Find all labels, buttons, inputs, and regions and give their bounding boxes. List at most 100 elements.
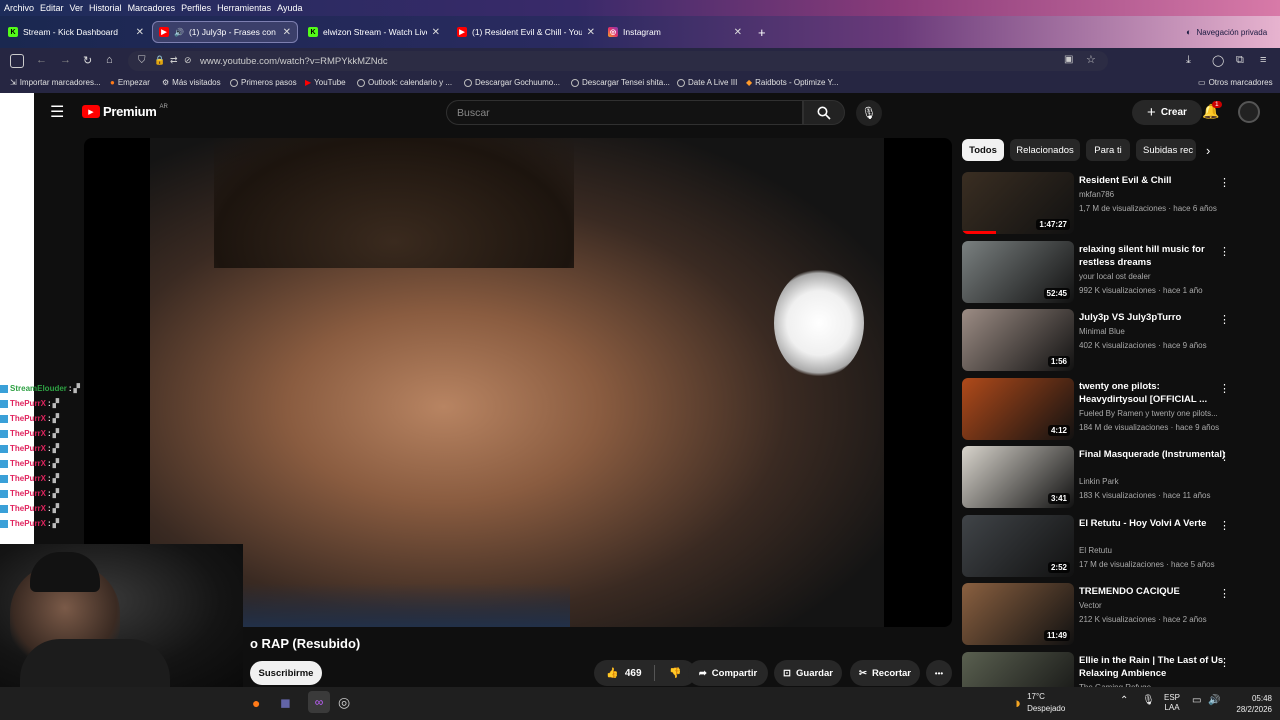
recommendation-item[interactable]: 1:56 July3p VS July3pTurro Minimal Blue … <box>962 309 1252 373</box>
tab-kick-dashboard[interactable]: K Stream - Kick Dashboard ✕ <box>2 21 150 43</box>
firefox-taskbar-icon[interactable]: ● <box>252 695 260 711</box>
chip-relacionados[interactable]: Relacionados <box>1010 139 1080 161</box>
more-vert-icon[interactable]: ⋮ <box>1219 519 1230 532</box>
speaker-icon[interactable]: 🔊 <box>174 28 184 37</box>
video-title[interactable]: relaxing silent hill music for restless … <box>1079 243 1229 270</box>
close-icon[interactable]: ✕ <box>587 27 595 38</box>
recommendation-item[interactable]: 3:41 Final Masquerade (Instrumental) Lin… <box>962 446 1252 510</box>
bookmark-mas-visitados[interactable]: ⚙ Más visitados <box>162 78 221 87</box>
recommendation-item[interactable]: 4:12 twenty one pilots: Heavydirtysoul [… <box>962 377 1252 442</box>
search-input[interactable]: Buscar <box>446 100 803 125</box>
tab-july3p[interactable]: ▶ 🔊 (1) July3p - Frases con sent ✕ <box>152 21 298 43</box>
recommendation-item[interactable]: 1:47:27 Resident Evil & Chill mkfan786 1… <box>962 172 1252 236</box>
teams-icon[interactable]: ◼ <box>280 695 291 711</box>
voice-search-button[interactable]: 🎙 <box>856 100 882 126</box>
video-thumbnail[interactable]: 3:41 <box>962 446 1074 508</box>
save-button[interactable]: ⊡ Guardar <box>774 660 842 686</box>
bookmark-gochuumo[interactable]: Descargar Gochuumo... <box>464 78 560 87</box>
hamburger-menu-icon[interactable]: ☰ <box>50 102 64 122</box>
channel-name[interactable]: El Retutu <box>1079 546 1239 555</box>
more-vert-icon[interactable]: ⋮ <box>1219 656 1230 669</box>
close-icon[interactable]: ✕ <box>734 27 742 38</box>
close-icon[interactable]: ✕ <box>432 27 440 38</box>
video-title[interactable]: July3p VS July3pTurro <box>1079 311 1229 325</box>
chat-username[interactable]: ThePurrX <box>10 489 46 498</box>
video-title[interactable]: Ellie in the Rain | The Last of Us Relax… <box>1079 654 1229 681</box>
app-taskbar-icon[interactable]: ∞ <box>308 691 330 713</box>
youtube-premium-logo[interactable]: ▶ Premium AR <box>82 104 168 119</box>
recommendation-item[interactable]: 52:45 relaxing silent hill music for res… <box>962 240 1252 305</box>
recommendation-item[interactable]: 2:52 El Retutu - Hoy Volvi A Verte El Re… <box>962 514 1252 579</box>
chat-username[interactable]: ThePurrX <box>10 414 46 423</box>
bookmark-date-a-live[interactable]: Date A Live III <box>677 78 737 87</box>
video-title[interactable]: El Retutu - Hoy Volvi A Verte <box>1079 517 1229 531</box>
extensions-icon[interactable]: ⧉ <box>1236 54 1244 67</box>
chip-todos[interactable]: Todos <box>962 139 1004 161</box>
video-title[interactable]: twenty one pilots: Heavydirtysoul [OFFIC… <box>1079 380 1229 407</box>
bookmark-raidbots[interactable]: ◆ Raidbots - Optimize Y... <box>746 78 838 87</box>
channel-name[interactable]: Linkin Park <box>1079 477 1239 486</box>
tracking-icon[interactable]: ⊘ <box>184 55 192 66</box>
menu-ayuda[interactable]: Ayuda <box>277 3 302 13</box>
video-thumbnail[interactable]: 52:45 <box>962 240 1074 303</box>
channel-name[interactable]: mkfan786 <box>1079 190 1239 199</box>
chat-username[interactable]: ThePurrX <box>10 429 46 438</box>
microphone-tray-icon[interactable]: 🎙 <box>1142 695 1155 706</box>
chip-subidas[interactable]: Subidas rec <box>1136 139 1196 161</box>
bookmark-otros[interactable]: ▭ Otros marcadores <box>1198 78 1273 87</box>
account-icon[interactable]: ◯ <box>1212 54 1224 67</box>
channel-name[interactable]: Vector <box>1079 601 1239 610</box>
chat-username[interactable]: ThePurrX <box>10 519 46 528</box>
translate-icon[interactable]: ▣ <box>1064 54 1073 65</box>
lock-icon[interactable]: 🔒 <box>154 55 165 66</box>
video-thumbnail[interactable]: 4:12 <box>962 377 1074 440</box>
chat-username[interactable]: ThePurrX <box>10 444 46 453</box>
menu-archivo[interactable]: Archivo <box>4 3 34 13</box>
chevron-right-icon[interactable]: › <box>1206 143 1210 158</box>
more-vert-icon[interactable]: ⋮ <box>1219 176 1230 189</box>
video-thumbnail[interactable]: 11:49 <box>962 583 1074 645</box>
download-icon[interactable]: ⤓ <box>1186 54 1191 67</box>
notifications-button[interactable]: 🔔 1 <box>1202 101 1222 120</box>
like-button[interactable]: 👍 469 <box>594 660 654 686</box>
chat-username[interactable]: ThePurrX <box>10 399 46 408</box>
tab-resident-evil[interactable]: ▶ (1) Resident Evil & Chill - YouTu ✕ <box>451 21 601 43</box>
chat-username[interactable]: ThePurrX <box>10 459 46 468</box>
clip-button[interactable]: ✂ Recortar <box>850 660 920 686</box>
forward-icon[interactable]: → <box>60 54 71 66</box>
share-button[interactable]: ➦ Compartir <box>688 660 768 686</box>
url-bar[interactable]: ⛉ 🔒 ⇄ ⊘ www.youtube.com/watch?v=RMPYkkMZ… <box>128 51 1108 71</box>
bookmark-outlook[interactable]: Outlook: calendario y ... <box>357 78 452 87</box>
shield-icon[interactable]: ⛉ <box>138 55 146 66</box>
menu-marcadores[interactable]: Marcadores <box>128 3 176 13</box>
subscribe-button[interactable]: Suscribirme <box>250 661 322 685</box>
bookmark-import[interactable]: ⇲ Importar marcadores... <box>10 78 101 87</box>
bookmark-empezar[interactable]: ● Empezar <box>110 78 150 87</box>
more-vert-icon[interactable]: ⋮ <box>1219 450 1230 463</box>
menu-herramientas[interactable]: Herramientas <box>217 3 271 13</box>
search-button[interactable] <box>803 100 845 125</box>
avatar[interactable] <box>1238 101 1260 123</box>
volume-icon[interactable]: 🔊 <box>1208 695 1220 706</box>
language-indicator[interactable]: ESP LAA <box>1164 693 1180 713</box>
channel-name[interactable]: Minimal Blue <box>1079 327 1239 336</box>
tab-instagram[interactable]: ◎ Instagram ✕ <box>602 21 748 43</box>
menu-editar[interactable]: Editar <box>40 3 64 13</box>
new-tab-button[interactable]: + <box>752 21 772 43</box>
chat-username[interactable]: ThePurrX <box>10 474 46 483</box>
more-actions-button[interactable]: ••• <box>926 660 952 686</box>
video-thumbnail[interactable]: 1:47:27 <box>962 172 1074 234</box>
create-button[interactable]: + Crear <box>1132 100 1202 125</box>
close-icon[interactable]: ✕ <box>136 27 144 38</box>
more-vert-icon[interactable]: ⋮ <box>1219 587 1230 600</box>
bookmark-primeros-pasos[interactable]: Primeros pasos <box>230 78 297 87</box>
menu-perfiles[interactable]: Perfiles <box>181 3 211 13</box>
obs-icon[interactable]: ◎ <box>338 694 350 711</box>
recommendation-item[interactable]: 11:49 TREMENDO CACIQUE Vector 212 K visu… <box>962 583 1252 647</box>
home-icon[interactable]: ⌂ <box>106 54 113 66</box>
video-title[interactable]: Final Masquerade (Instrumental) <box>1079 448 1229 462</box>
network-icon[interactable]: ▭ <box>1192 695 1201 706</box>
channel-name[interactable]: Fueled By Ramen y twenty one pilots... <box>1079 409 1239 418</box>
video-title[interactable]: TREMENDO CACIQUE <box>1079 585 1229 599</box>
channel-name[interactable]: your local ost dealer <box>1079 272 1239 281</box>
